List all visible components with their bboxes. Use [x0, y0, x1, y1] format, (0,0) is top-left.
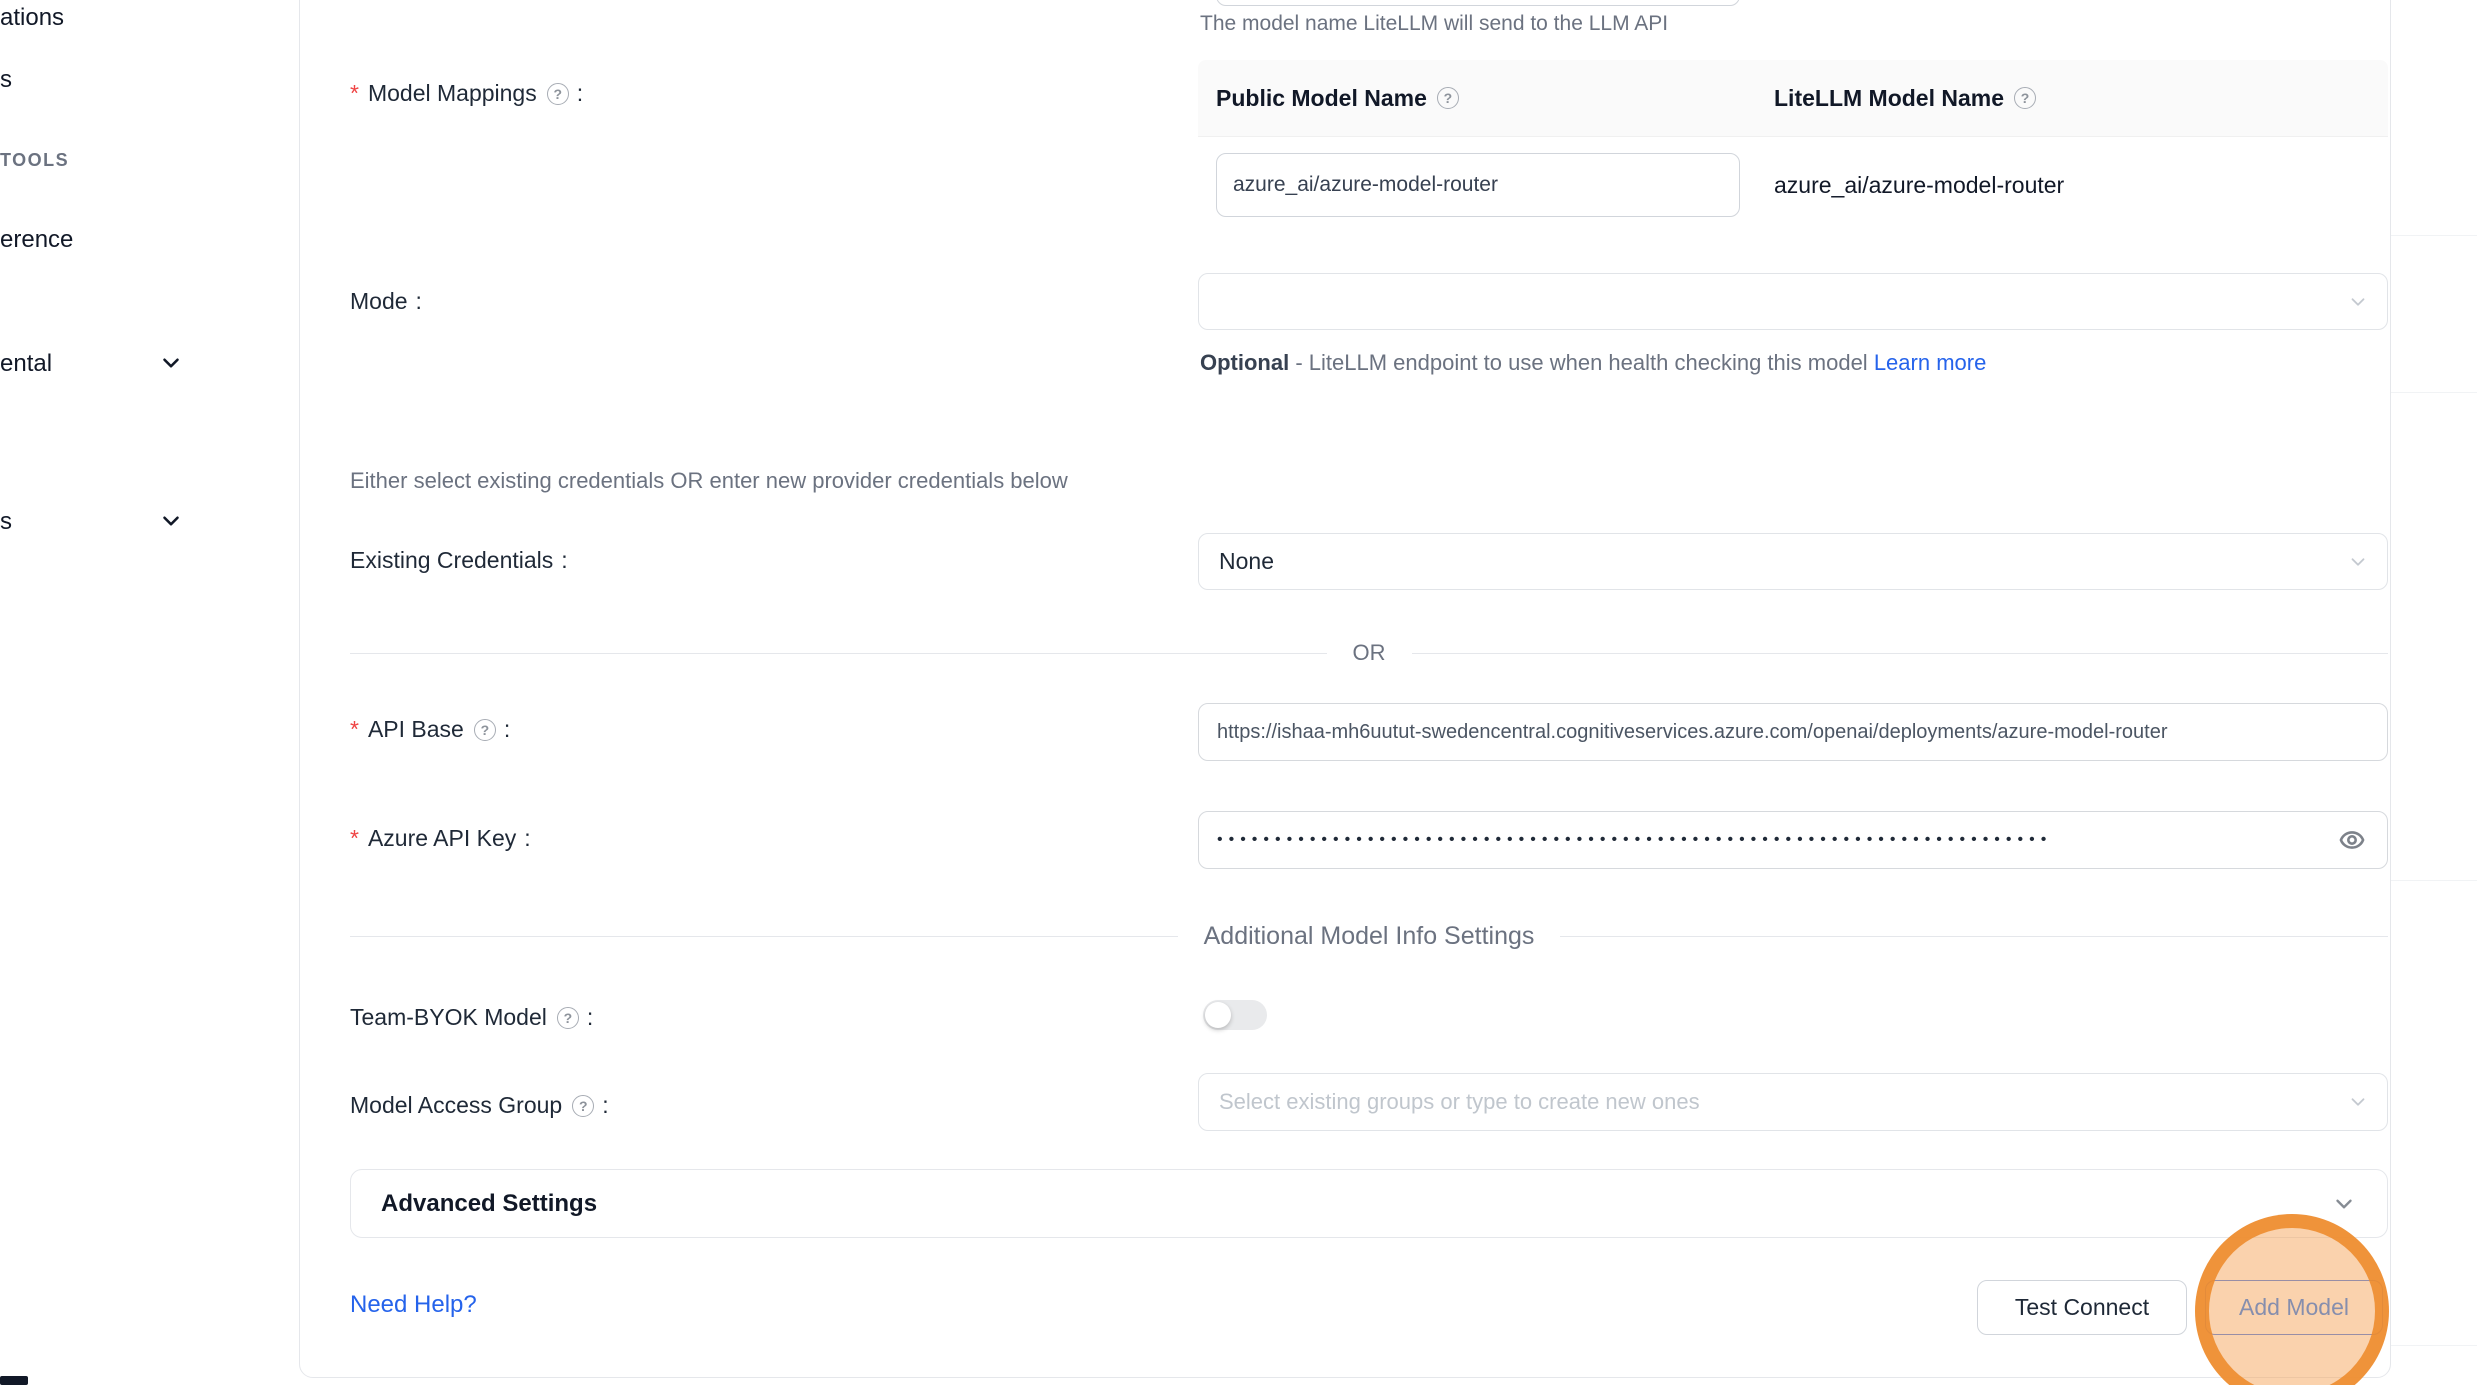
advanced-settings-panel[interactable]: Advanced Settings [350, 1169, 2388, 1238]
add-model-button[interactable]: Add Model [2205, 1280, 2383, 1335]
help-question-icon[interactable]: ? [572, 1095, 594, 1117]
or-text: OR [1327, 640, 1412, 666]
sidebar-section-tools: TOOLS [0, 150, 69, 171]
model-name-helper-text: The model name LiteLLM will send to the … [1200, 12, 1668, 36]
advanced-settings-label: Advanced Settings [381, 1190, 2331, 1218]
litellm-model-name-input-remnant[interactable] [1216, 0, 1740, 6]
api-base-input[interactable] [1198, 703, 2388, 761]
api-base-label-row: * API Base ? : [350, 716, 510, 743]
azure-api-key-input[interactable]: ••••••••••••••••••••••••••••••••••••••••… [1198, 811, 2388, 869]
chevron-down-icon [2347, 1091, 2369, 1113]
sidebar-item-organizations[interactable]: ations [0, 4, 64, 32]
litellm-model-name-header: LiteLLM Model Name ? [1774, 85, 2388, 112]
mode-label: Mode [350, 288, 408, 315]
mapping-table-header: Public Model Name ? LiteLLM Model Name ? [1198, 60, 2388, 137]
model-access-group-select[interactable]: Select existing groups or type to create… [1198, 1073, 2388, 1131]
model-mappings-label-row: * Model Mappings ? : [350, 80, 583, 107]
background-row-line [2391, 235, 2477, 236]
azure-api-key-label: Azure API Key [368, 825, 516, 852]
background-row-line [2391, 1345, 2477, 1346]
chevron-down-icon[interactable] [158, 350, 184, 376]
existing-credentials-label: Existing Credentials [350, 547, 553, 574]
add-model-screen: ations s TOOLS erence ental s The model … [0, 0, 2477, 1385]
api-base-label: API Base [368, 716, 464, 743]
help-question-icon[interactable]: ? [547, 83, 569, 105]
eye-icon[interactable] [2335, 827, 2369, 853]
model-access-group-label: Model Access Group [350, 1092, 562, 1119]
existing-credentials-select[interactable]: None [1198, 533, 2388, 590]
chevron-down-icon [2347, 291, 2369, 313]
or-divider: OR [350, 640, 2388, 666]
team-byok-label: Team-BYOK Model [350, 1004, 547, 1031]
help-question-icon[interactable]: ? [2014, 87, 2036, 109]
info-settings-divider: Additional Model Info Settings [350, 922, 2388, 951]
masked-api-key: ••••••••••••••••••••••••••••••••••••••••… [1217, 811, 2325, 869]
mode-label-row: Mode : [350, 288, 422, 315]
help-question-icon[interactable]: ? [1437, 87, 1459, 109]
sidebar-item-guardrails[interactable]: s [0, 66, 12, 94]
litellm-model-name-value: azure_ai/azure-model-router [1774, 172, 2388, 199]
sidebar-item-settings[interactable]: s [0, 508, 12, 536]
sidebar-item-experimental[interactable]: ental [0, 350, 52, 378]
credentials-note: Either select existing credentials OR en… [350, 468, 1068, 494]
chevron-down-icon [2347, 551, 2369, 573]
mapping-table-row: azure_ai/azure-model-router [1198, 137, 2388, 233]
help-question-icon[interactable]: ? [474, 719, 496, 741]
azure-api-key-label-row: * Azure API Key : [350, 825, 531, 852]
model-mappings-label: Model Mappings [368, 80, 537, 107]
learn-more-link[interactable]: Learn more [1874, 350, 1987, 375]
info-settings-divider-text: Additional Model Info Settings [1178, 922, 1561, 951]
model-access-group-label-row: Model Access Group ? : [350, 1092, 609, 1119]
model-access-group-placeholder: Select existing groups or type to create… [1219, 1089, 1700, 1115]
bottom-left-cutoff-element [0, 1376, 28, 1385]
model-mapping-table: Public Model Name ? LiteLLM Model Name ?… [1198, 60, 2388, 233]
existing-credentials-value: None [1219, 548, 1274, 575]
chevron-down-icon[interactable] [158, 508, 184, 534]
sidebar-item-api-reference[interactable]: erence [0, 226, 73, 254]
need-help-link[interactable]: Need Help? [350, 1291, 477, 1319]
public-model-name-header: Public Model Name ? [1198, 85, 1774, 112]
chevron-down-icon [2331, 1191, 2357, 1217]
required-asterisk: * [350, 716, 359, 743]
public-model-name-input[interactable] [1216, 153, 1740, 217]
existing-credentials-label-row: Existing Credentials : [350, 547, 568, 574]
mode-select[interactable] [1198, 273, 2388, 330]
required-asterisk: * [350, 825, 359, 852]
toggle-knob [1205, 1002, 1231, 1028]
required-asterisk: * [350, 80, 359, 107]
help-question-icon[interactable]: ? [557, 1007, 579, 1029]
mode-help-text: Optional - LiteLLM endpoint to use when … [1200, 342, 2045, 383]
team-byok-label-row: Team-BYOK Model ? : [350, 1004, 593, 1031]
team-byok-toggle[interactable] [1203, 1000, 1267, 1030]
test-connect-button[interactable]: Test Connect [1977, 1280, 2187, 1335]
background-row-line [2391, 392, 2477, 393]
background-row-line [2391, 880, 2477, 881]
